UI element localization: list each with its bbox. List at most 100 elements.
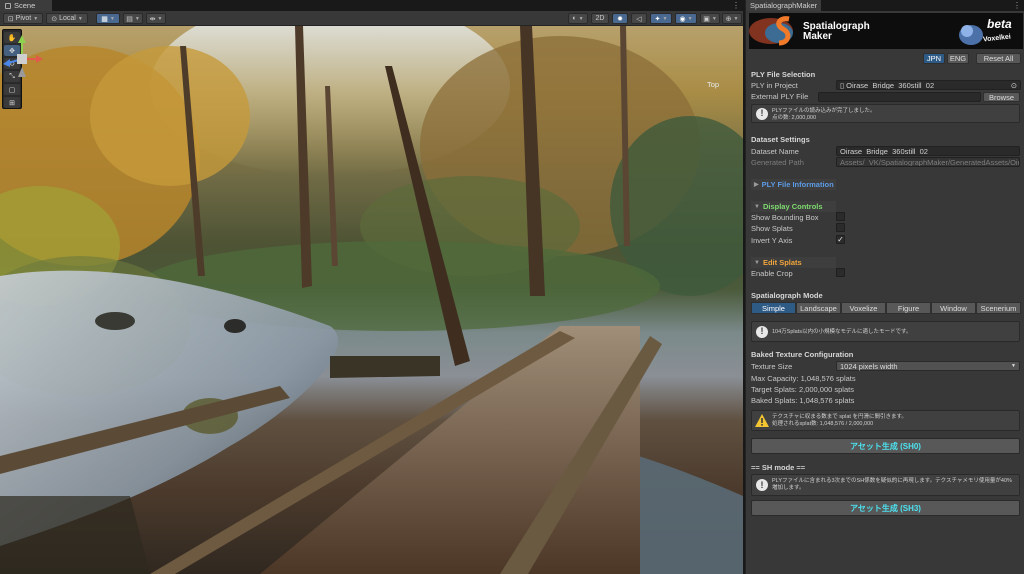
mode-simple-button[interactable]: Simple bbox=[751, 302, 796, 314]
invert-y-checkbox[interactable]: ✓ bbox=[836, 235, 845, 244]
scene-tab[interactable]: Scene bbox=[0, 0, 52, 11]
warning-text: 処理されるsplat数: 1,048,576 / 2,000,000 bbox=[772, 421, 874, 427]
spatialograph-banner: Spatialograph Maker beta Voxelkei bbox=[749, 13, 1023, 49]
banner-beta-label: beta bbox=[987, 17, 1012, 31]
ply-in-project-field[interactable]: ▯ Oirase_Bridge_360still_02 ⊙ bbox=[836, 80, 1021, 90]
generated-path-field: Assets/_VK/SpatialographMaker/GeneratedA… bbox=[836, 157, 1020, 167]
show-bbox-label: Show Bounding Box bbox=[751, 213, 819, 222]
orientation-gizmo[interactable] bbox=[0, 33, 44, 91]
ply-in-project-label: PLY in Project bbox=[751, 81, 798, 90]
pivot-icon: ⊡ bbox=[7, 15, 14, 23]
local-icon: ⊙ bbox=[51, 15, 58, 23]
increment-button[interactable]: ⇹ ▼ bbox=[146, 13, 166, 24]
show-splats-checkbox[interactable] bbox=[836, 223, 845, 232]
mode-help-box: ! 104万Splats以内の小規模なモデルに適したモードです。 bbox=[751, 321, 1020, 342]
generate-sh3-button[interactable]: アセット生成 (SH3) bbox=[751, 500, 1020, 516]
effects-toggle[interactable]: ✦ ▼ bbox=[650, 13, 672, 24]
show-bbox-checkbox[interactable] bbox=[836, 212, 845, 221]
snap-increment-button[interactable]: ▤ ▼ bbox=[123, 13, 143, 24]
mode-selector: Simple Landscape Voxelize Figure Window … bbox=[751, 302, 1021, 314]
max-capacity-text: Max Capacity: 1,048,576 splats bbox=[751, 374, 856, 383]
browse-button[interactable]: Browse bbox=[983, 92, 1020, 102]
camera-settings-button[interactable]: ▣ ▼ bbox=[700, 13, 720, 24]
gizmos-button[interactable]: ⊕ ▼ bbox=[722, 13, 742, 24]
texture-size-value: 1024 pixels width bbox=[840, 361, 898, 371]
panel-kebab-menu-icon[interactable]: ⋮ bbox=[1013, 1, 1021, 10]
info-icon: ! bbox=[756, 107, 768, 120]
snap-icon: ▤ bbox=[126, 15, 133, 23]
jpn-button[interactable]: JPN bbox=[923, 53, 945, 64]
panel-tab[interactable]: SpatialographMaker bbox=[746, 0, 822, 11]
ply-info-foldout[interactable]: ▶ PLY File Information bbox=[751, 179, 836, 190]
ply-info-label: PLY File Information bbox=[761, 180, 834, 189]
chevron-down-icon: ▼ bbox=[733, 15, 739, 22]
info-icon: ! bbox=[756, 325, 768, 338]
gizmo-view-label: Top bbox=[707, 80, 720, 89]
scene-viewport[interactable]: ✋ ✥ ↻ ⤡ ▢ ⊞ Top bbox=[0, 26, 743, 574]
mode-scenerium-button[interactable]: Scenerium bbox=[976, 302, 1021, 314]
draw-mode-button[interactable]: ◐ ▼ bbox=[568, 13, 588, 24]
scene-kebab-menu-icon[interactable]: ⋮ bbox=[732, 1, 740, 10]
info-icon: ! bbox=[756, 479, 768, 491]
spatialograph-mode-header: Spatialograph Mode bbox=[751, 291, 823, 300]
pivot-dropdown[interactable]: ⊡ Pivot ▼ bbox=[3, 13, 43, 24]
texture-size-label: Texture Size bbox=[751, 362, 793, 371]
forest-scene-image bbox=[0, 26, 743, 574]
edit-splats-foldout[interactable]: ▼ Edit Splats bbox=[751, 257, 836, 268]
scene-tabbar: Scene ⋮ bbox=[0, 0, 743, 11]
x-axis-cone-icon bbox=[36, 55, 43, 63]
transform-tool-button[interactable]: ⊞ bbox=[4, 97, 20, 108]
scene-toolbar: ⊡ Pivot ▼ ⊙ Local ▼ ▦ ▼ ▤ ▼ ⇹ ▼ ◐ ▼ 2D ✹ ◁ ✦… bbox=[0, 11, 743, 26]
show-splats-label: Show Splats bbox=[751, 224, 793, 233]
ply-load-help-box: ! PLYファイルの読み込みが完了しました。 点の数: 2,000,000 bbox=[751, 104, 1020, 123]
bake-warning-box: テクスチャに収まる数まで splat を円滑に間引きます。 処理されるsplat… bbox=[751, 410, 1020, 431]
enable-crop-label: Enable Crop bbox=[751, 269, 793, 278]
mode-window-button[interactable]: Window bbox=[931, 302, 976, 314]
dataset-name-label: Dataset Name bbox=[751, 147, 799, 156]
dataset-settings-header: Dataset Settings bbox=[751, 135, 810, 144]
generated-path-label: Generated Path bbox=[751, 158, 804, 167]
hidden-objects-toggle[interactable]: ◉ ▼ bbox=[675, 13, 697, 24]
banner-logo bbox=[749, 16, 983, 46]
display-controls-label: Display Controls bbox=[762, 202, 823, 211]
warning-icon bbox=[755, 413, 769, 427]
banner-title-line: Maker bbox=[803, 31, 832, 42]
camera-icon: ▣ bbox=[703, 15, 710, 23]
ply-in-project-value: Oirase_Bridge_360still_02 bbox=[846, 80, 935, 90]
mode-landscape-button[interactable]: Landscape bbox=[796, 302, 841, 314]
texture-size-dropdown[interactable]: 1024 pixels width ▼ bbox=[836, 361, 1020, 371]
lighting-toggle[interactable]: ✹ bbox=[612, 13, 628, 24]
local-dropdown[interactable]: ⊙ Local ▼ bbox=[46, 13, 88, 24]
external-ply-input[interactable] bbox=[818, 92, 981, 102]
dataset-name-input[interactable]: Oirase_Bridge_360still_02 bbox=[836, 146, 1020, 156]
warning-text: テクスチャに収まる数まで splat を円滑に間引きます。 bbox=[772, 414, 907, 420]
chevron-down-icon: ▼ bbox=[754, 203, 760, 210]
audio-toggle[interactable]: ◁ bbox=[631, 13, 647, 24]
grid-snap-button[interactable]: ▦ ▼ bbox=[96, 13, 120, 24]
object-picker-icon[interactable]: ⊙ bbox=[1011, 81, 1017, 89]
chevron-down-icon: ▼ bbox=[754, 259, 760, 266]
chevron-down-icon: ▼ bbox=[77, 15, 83, 22]
toggle-2d-button[interactable]: 2D bbox=[591, 13, 609, 24]
grid-icon: ▦ bbox=[101, 15, 108, 23]
display-controls-foldout[interactable]: ▼ Display Controls bbox=[751, 201, 836, 212]
mode-figure-button[interactable]: Figure bbox=[886, 302, 931, 314]
globe-icon: ⊕ bbox=[725, 15, 732, 23]
enable-crop-checkbox[interactable] bbox=[836, 268, 845, 277]
effects-icon: ✦ bbox=[654, 15, 661, 23]
mode-voxelize-button[interactable]: Voxelize bbox=[841, 302, 886, 314]
pivot-label: Pivot bbox=[15, 15, 32, 22]
reset-all-button[interactable]: Reset All bbox=[976, 53, 1021, 64]
speaker-icon: ◁ bbox=[636, 15, 642, 23]
increment-icon: ⇹ bbox=[149, 15, 156, 23]
y-axis-cone-icon bbox=[18, 35, 26, 43]
eng-button[interactable]: ENG bbox=[947, 53, 969, 64]
generate-sh0-button[interactable]: アセット生成 (SH0) bbox=[751, 438, 1020, 454]
chevron-down-icon: ▼ bbox=[711, 15, 717, 22]
sh-mode-header: == SH mode == bbox=[751, 463, 806, 472]
chevron-down-icon: ▼ bbox=[134, 15, 140, 22]
external-ply-label: External PLY File bbox=[751, 92, 809, 101]
chevron-down-icon: ▼ bbox=[687, 15, 693, 22]
eye-slash-icon: ◉ bbox=[679, 15, 686, 23]
local-label: Local bbox=[59, 15, 76, 22]
